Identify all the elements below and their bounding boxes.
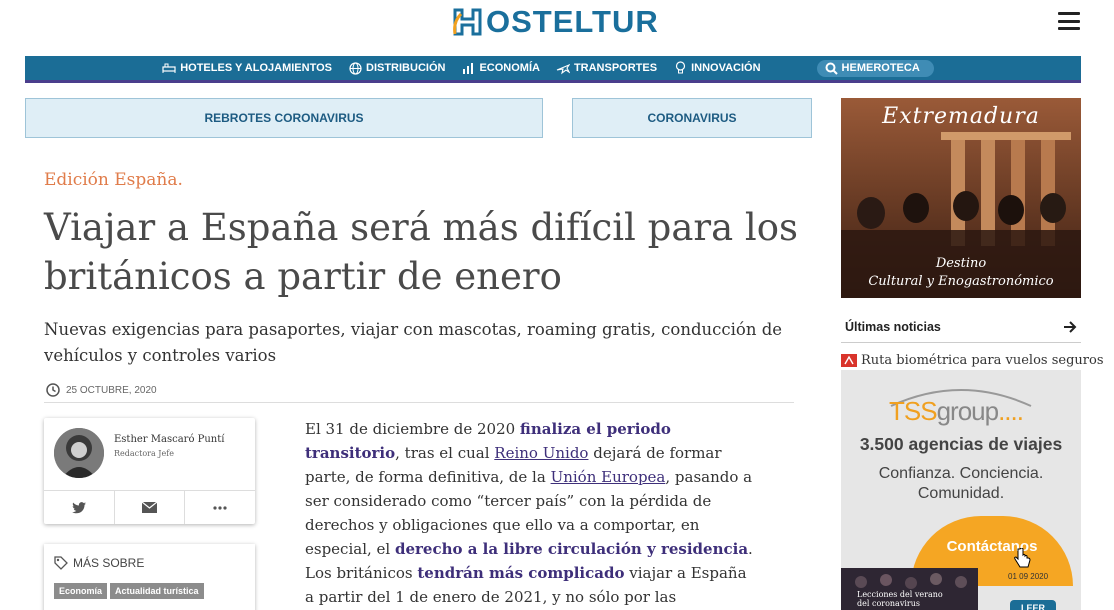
globe-icon <box>348 61 362 75</box>
nav-label: TRANSPORTES <box>573 62 658 74</box>
topic-label: CORONAVIRUS <box>647 111 737 125</box>
ad-subtitle: Destino <box>935 256 987 271</box>
link-reino-unido[interactable]: Reino Unido <box>494 444 588 462</box>
tss-slogan: Comunidad. <box>917 485 1005 502</box>
author-card: Esther Mascaró Puntí Redactora Jefe <box>44 418 255 524</box>
mas-sobre-label: MÁS SOBRE <box>73 556 145 570</box>
thumb-caption: Lecciones del verano del coronavirus <box>857 590 943 608</box>
ad-extremadura[interactable]: Extremadura Destino Cultural y Enogastro… <box>841 98 1081 298</box>
tss-logo-b: group <box>936 396 999 426</box>
nav-label: ECONOMÍA <box>479 62 540 74</box>
tss-logo: TSSgroup.... <box>889 396 1024 427</box>
hemeroteca-button[interactable]: HEMEROTECA <box>816 59 934 77</box>
nav-label: INNOVACIÓN <box>691 62 761 74</box>
date-text: 25 OCTUBRE, 2020 <box>66 384 157 396</box>
article-subtitle: Nuevas exigencias para pasaportes, viaja… <box>44 320 783 365</box>
nav-label: HOTELES Y ALOJAMIENTOS <box>180 62 332 74</box>
tag-icon <box>54 556 68 570</box>
author-role: Redactora Jefe <box>114 449 174 458</box>
body-text: , tras el cual <box>395 444 495 462</box>
news-thumbnail[interactable]: Lecciones del verano del coronavirus <box>841 568 978 610</box>
tss-logo-dots: .... <box>998 396 1024 426</box>
article-date: 25 OCTUBRE, 2020 <box>46 383 157 397</box>
more-share-button[interactable] <box>185 491 255 524</box>
nav-item-hoteles[interactable]: HOTELES Y ALOJAMIENTOS <box>162 61 332 75</box>
tss-slogan: Confianza. Conciencia. <box>878 465 1044 482</box>
thumb-caption-line: del coronavirus <box>857 599 920 608</box>
headline-line: británicos a partir de enero <box>44 255 562 298</box>
article-headline: Viajar a España será más difícil para lo… <box>44 203 804 301</box>
news-category-icon <box>841 354 857 367</box>
hamburger-icon[interactable] <box>1058 12 1080 30</box>
nav-label: DISTRIBUCIÓN <box>366 62 446 74</box>
twitter-share-button[interactable] <box>44 491 115 524</box>
search-icon <box>825 62 838 75</box>
logo-text: OSTELTUR <box>486 4 659 39</box>
tag-economia[interactable]: Economía <box>54 583 108 599</box>
more-dots-icon <box>213 505 227 510</box>
thumb-caption-line: Lecciones del verano <box>857 590 943 599</box>
hosteltur-logo[interactable]: OSTELTUR <box>452 4 659 40</box>
tss-headline: 3.500 agencias de viajes <box>859 434 1063 454</box>
email-share-button[interactable] <box>115 491 186 524</box>
hand-cursor-icon <box>1014 548 1031 568</box>
share-row <box>44 490 255 524</box>
body-bold: derecho a la libre circulación y residen… <box>394 540 749 558</box>
body-text: El 31 de diciembre de 2020 <box>305 420 520 438</box>
body-bold: tendrán más complicado <box>417 564 625 582</box>
article-body: El 31 de diciembre de 2020 finaliza el p… <box>305 417 755 610</box>
news-item[interactable]: Ruta biométrica para vuelos seguros <box>841 353 1104 368</box>
topic-coronavirus[interactable]: CORONAVIRUS <box>572 98 812 138</box>
ultimas-label: Últimas noticias <box>845 320 941 334</box>
divider <box>841 342 1081 343</box>
bed-icon <box>162 61 176 75</box>
tss-logo-a: TSS <box>889 396 938 426</box>
divider <box>44 402 794 403</box>
topic-label: REBROTES CORONAVIRUS <box>204 111 364 125</box>
main-nav: HOTELES Y ALOJAMIENTOS DISTRIBUCIÓN ECON… <box>25 56 1081 83</box>
headline-line: Viajar a España será más difícil para lo… <box>44 206 798 249</box>
ad-title: Extremadura <box>882 104 1040 129</box>
twitter-icon <box>72 501 86 513</box>
arrow-right-icon <box>1064 321 1077 333</box>
mas-sobre-title: MÁS SOBRE <box>54 556 144 570</box>
news-title: Ruta biométrica para vuelos seguros <box>861 353 1104 368</box>
news-date: 01 09 2020 <box>1008 572 1049 581</box>
author-name[interactable]: Esther Mascaró Puntí <box>114 434 224 445</box>
ad-subtitle: Cultural y Enogastronómico <box>868 274 1054 289</box>
tag-list: Economía Actualidad turística <box>54 583 204 599</box>
leer-button[interactable]: LEER <box>1010 600 1056 610</box>
clock-icon <box>46 383 60 397</box>
plane-icon <box>556 61 570 75</box>
chart-icon <box>461 61 475 75</box>
lightbulb-icon <box>673 61 687 75</box>
mas-sobre-card: MÁS SOBRE Economía Actualidad turística <box>44 544 255 610</box>
avatar[interactable] <box>54 428 104 478</box>
ultimas-noticias-header[interactable]: Últimas noticias <box>845 320 1077 334</box>
link-union-europea[interactable]: Unión Europea <box>551 468 666 486</box>
logo-mark-icon <box>453 8 482 36</box>
edition-label[interactable]: Edición España. <box>44 170 183 190</box>
nav-item-transportes[interactable]: TRANSPORTES <box>556 61 657 75</box>
nav-item-distribucion[interactable]: DISTRIBUCIÓN <box>348 61 445 75</box>
envelope-icon <box>142 502 157 513</box>
nav-item-innovacion[interactable]: INNOVACIÓN <box>673 61 761 75</box>
tag-actualidad-turistica[interactable]: Actualidad turística <box>110 583 204 599</box>
hemeroteca-label: HEMEROTECA <box>841 62 920 74</box>
nav-item-economia[interactable]: ECONOMÍA <box>461 61 540 75</box>
topic-rebrotes-coronavirus[interactable]: REBROTES CORONAVIRUS <box>25 98 543 138</box>
